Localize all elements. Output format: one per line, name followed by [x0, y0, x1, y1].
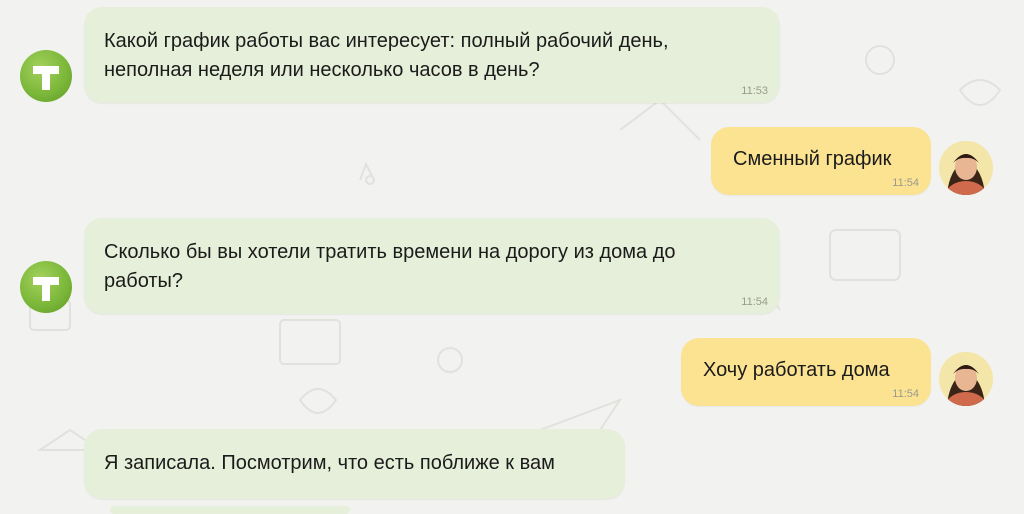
t-logo-icon	[33, 66, 59, 90]
message-time: 11:54	[892, 388, 919, 400]
message-time: 11:53	[741, 85, 768, 97]
message-text: Сменный график	[733, 148, 892, 170]
user-photo	[939, 141, 993, 195]
user-avatar	[939, 141, 993, 195]
t-logo-icon	[33, 277, 59, 301]
message-time: 11:54	[892, 177, 919, 189]
message-text: Я записала. Посмотрим, что есть поближе …	[104, 452, 555, 474]
message-text: Сколько бы вы хотели тратить времени на …	[104, 241, 676, 292]
message-bubble-user: Хочу работать дома 11:54	[681, 338, 931, 406]
message-text: Какой график работы вас интересует: полн…	[104, 30, 669, 81]
bot-avatar	[20, 261, 72, 313]
message-bubble-bot: Сколько бы вы хотели тратить времени на …	[84, 218, 780, 314]
message-time: 11:54	[741, 296, 768, 308]
bot-avatar	[20, 50, 72, 102]
message-bubble-bot: Какой график работы вас интересует: полн…	[84, 7, 780, 103]
message-text: Хочу работать дома	[703, 359, 890, 381]
user-photo	[939, 352, 993, 406]
message-bubble-bot: Я записала. Посмотрим, что есть поближе …	[84, 429, 625, 499]
user-avatar	[939, 352, 993, 406]
next-message-bubble-edge	[110, 506, 350, 514]
message-bubble-user: Сменный график 11:54	[711, 127, 931, 195]
